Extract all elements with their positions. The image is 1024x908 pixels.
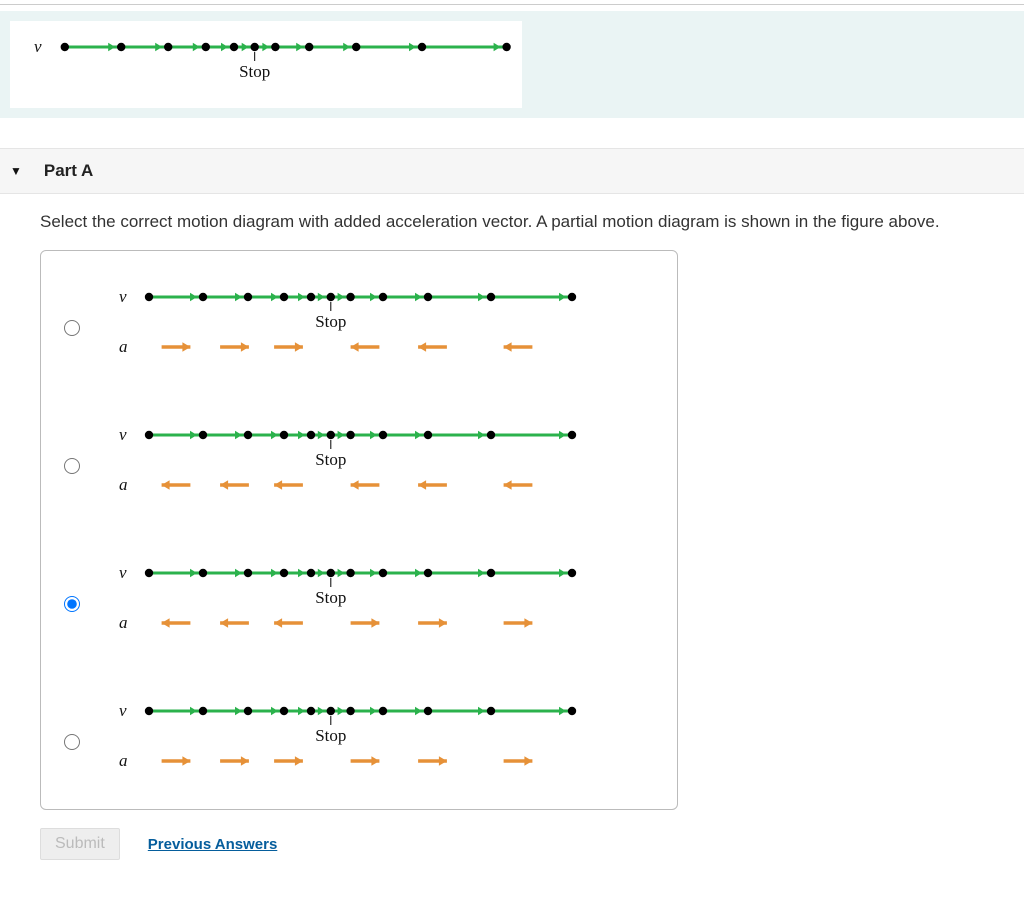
svg-text:Stop: Stop (315, 312, 346, 331)
motion-diagram-figure: v⃗ Stop (16, 27, 516, 97)
question-text: Select the correct motion diagram with a… (40, 212, 1014, 232)
svg-text:a⃗: a⃗ (119, 337, 141, 356)
svg-text:v⃗: v⃗ (119, 287, 140, 306)
button-row: Submit Previous Answers (40, 828, 1014, 860)
top-rule (0, 4, 1024, 5)
option-radio[interactable] (64, 320, 80, 336)
option-diagram: v⃗ Stop a⃗ (103, 419, 583, 509)
option-diagram: v⃗ Stop a⃗ (103, 695, 583, 785)
svg-text:a⃗: a⃗ (119, 475, 141, 494)
previous-answers-link[interactable]: Previous Answers (148, 836, 278, 853)
option-row: v⃗ Stop a⃗ (59, 419, 659, 509)
svg-text:Stop: Stop (315, 450, 346, 469)
figure-panel: v⃗ Stop (0, 11, 1024, 118)
svg-text:v⃗: v⃗ (119, 425, 140, 444)
svg-text:v⃗: v⃗ (119, 701, 140, 720)
caret-down-icon: ▼ (10, 164, 22, 178)
option-row: v⃗ Stop a⃗ (59, 281, 659, 371)
option-radio[interactable] (64, 734, 80, 750)
option-row: v⃗ Stop a⃗ (59, 695, 659, 785)
svg-text:Stop: Stop (315, 726, 346, 745)
submit-button[interactable]: Submit (40, 828, 120, 860)
svg-text:v⃗: v⃗ (119, 563, 140, 582)
svg-text:a⃗: a⃗ (119, 751, 141, 770)
options-frame: v⃗ Stop a⃗ v⃗ Stop a⃗ v⃗ Stop a⃗ v⃗ Stop a⃗ (40, 250, 678, 810)
option-diagram: v⃗ Stop a⃗ (103, 281, 583, 371)
option-radio[interactable] (64, 458, 80, 474)
svg-text:Stop: Stop (239, 62, 270, 81)
part-header[interactable]: ▼ Part A (0, 148, 1024, 194)
option-radio[interactable] (64, 596, 80, 612)
svg-text:a⃗: a⃗ (119, 613, 141, 632)
figure-inner: v⃗ Stop (10, 21, 522, 108)
option-row: v⃗ Stop a⃗ (59, 557, 659, 647)
svg-text:v⃗: v⃗ (34, 37, 55, 56)
option-diagram: v⃗ Stop a⃗ (103, 557, 583, 647)
svg-text:Stop: Stop (315, 588, 346, 607)
part-title: Part A (44, 161, 93, 181)
